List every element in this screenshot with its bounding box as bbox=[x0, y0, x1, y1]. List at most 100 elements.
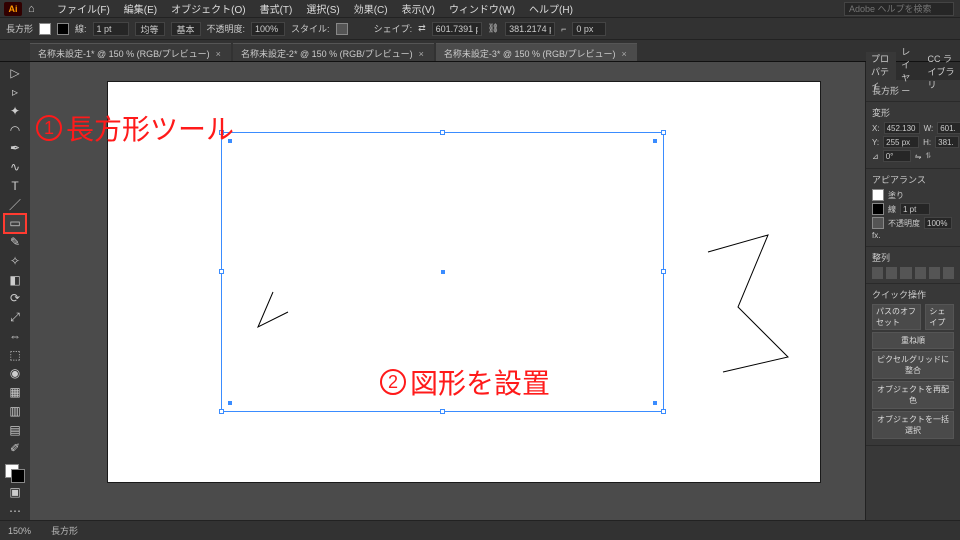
direct-selection-tool[interactable]: ▹ bbox=[4, 83, 26, 102]
status-bar: 150% 長方形 bbox=[0, 520, 960, 540]
resize-handle-ne[interactable] bbox=[661, 130, 666, 135]
transform-y-input[interactable] bbox=[883, 136, 919, 148]
perspective-tool[interactable]: ▦ bbox=[4, 383, 26, 402]
menu-effect[interactable]: 効果(C) bbox=[347, 1, 395, 16]
menu-file[interactable]: ファイル(F) bbox=[50, 1, 117, 16]
canvas[interactable]: 1 長方形ツール 2 図形を設置 bbox=[30, 62, 865, 520]
resize-handle-se[interactable] bbox=[661, 409, 666, 414]
align-hcenter-icon[interactable] bbox=[886, 267, 897, 279]
scale-tool[interactable]: ⤢ bbox=[4, 308, 26, 327]
menu-window[interactable]: ウィンドウ(W) bbox=[442, 1, 522, 16]
quick-header: クイック操作 bbox=[872, 288, 954, 301]
shape-width-input[interactable] bbox=[432, 22, 482, 36]
flip-h-icon[interactable]: ⇋ bbox=[915, 152, 922, 161]
resize-handle-w[interactable] bbox=[219, 269, 224, 274]
transform-h-input[interactable] bbox=[935, 136, 959, 148]
rectangle-tool[interactable]: ▭ bbox=[4, 214, 26, 233]
menu-help[interactable]: ヘルプ(H) bbox=[522, 1, 580, 16]
home-icon[interactable]: ⌂ bbox=[28, 3, 42, 15]
toolbar: ▷ ▹ ✦ ◠ ✒ ∿ T ／ ▭ ✎ ✧ ◧ ⟳ ⤢ ⇔ ⬚ ◉ ▦ ▥ ▤ … bbox=[0, 62, 30, 520]
menu-view[interactable]: 表示(V) bbox=[395, 1, 442, 16]
stroke-weight-input[interactable] bbox=[93, 22, 129, 36]
tab-cc-libraries[interactable]: CC ライブラリ bbox=[922, 52, 960, 91]
style-swatch[interactable] bbox=[336, 23, 348, 35]
shape-height-input[interactable] bbox=[505, 22, 555, 36]
line-tool[interactable]: ／ bbox=[4, 195, 26, 214]
corner-widget-ne[interactable] bbox=[653, 139, 657, 143]
stroke-profile-select[interactable]: 基本 bbox=[171, 22, 201, 36]
resize-handle-n[interactable] bbox=[440, 130, 445, 135]
app-icon: Ai bbox=[4, 2, 22, 16]
help-search-input[interactable] bbox=[844, 2, 954, 16]
resize-handle-sw[interactable] bbox=[219, 409, 224, 414]
mesh-tool[interactable]: ▥ bbox=[4, 402, 26, 421]
align-bottom-icon[interactable] bbox=[943, 267, 954, 279]
fill-stroke-swatch[interactable] bbox=[5, 464, 25, 483]
stroke-swatch[interactable] bbox=[872, 203, 884, 215]
document-tabs: 名称未設定-1* @ 150 % (RGB/プレビュー)× 名称未設定-2* @… bbox=[0, 40, 960, 62]
edit-toolbar[interactable]: ⋯ bbox=[4, 501, 26, 520]
rotate-tool[interactable]: ⟳ bbox=[4, 289, 26, 308]
menu-select[interactable]: 選択(S) bbox=[299, 1, 346, 16]
doc-tab-3[interactable]: 名称未設定-3* @ 150 % (RGB/プレビュー)× bbox=[436, 43, 637, 61]
align-vcenter-icon[interactable] bbox=[929, 267, 940, 279]
eyedropper-tool[interactable]: ✐ bbox=[4, 439, 26, 458]
btn-select-all[interactable]: オブジェクトを一括選択 bbox=[872, 411, 954, 439]
btn-shape[interactable]: シェイプ bbox=[925, 304, 954, 330]
panel-opacity-input[interactable] bbox=[924, 217, 952, 229]
doc-tab-2[interactable]: 名称未設定-2* @ 150 % (RGB/プレビュー)× bbox=[233, 43, 434, 61]
fx-label[interactable]: fx. bbox=[872, 231, 880, 240]
magic-wand-tool[interactable]: ✦ bbox=[4, 102, 26, 121]
link-wh-icon[interactable]: ⇄ bbox=[418, 23, 426, 34]
stroke-pt-input[interactable] bbox=[900, 203, 930, 215]
pen-tool[interactable]: ✒ bbox=[4, 139, 26, 158]
corner-widget-sw[interactable] bbox=[228, 401, 232, 405]
width-tool[interactable]: ⇔ bbox=[4, 327, 26, 346]
shaper-tool[interactable]: ✧ bbox=[4, 252, 26, 271]
screen-mode[interactable]: ▣ bbox=[4, 483, 26, 502]
gradient-tool[interactable]: ▤ bbox=[4, 420, 26, 439]
type-tool[interactable]: T bbox=[4, 177, 26, 196]
curvature-tool[interactable]: ∿ bbox=[4, 158, 26, 177]
zoom-level[interactable]: 150% bbox=[8, 526, 31, 536]
fill-swatch[interactable] bbox=[39, 23, 51, 35]
eraser-tool[interactable]: ◧ bbox=[4, 270, 26, 289]
stroke-label: 線 bbox=[888, 204, 896, 215]
stroke-swatch[interactable] bbox=[57, 23, 69, 35]
btn-arrange[interactable]: 重ね順 bbox=[872, 332, 954, 349]
opacity-input[interactable] bbox=[251, 22, 285, 36]
doc-tab-1[interactable]: 名称未設定-1* @ 150 % (RGB/プレビュー)× bbox=[30, 43, 231, 61]
resize-handle-s[interactable] bbox=[440, 409, 445, 414]
transform-w-input[interactable] bbox=[937, 122, 960, 134]
fill-swatch[interactable] bbox=[872, 189, 884, 201]
center-anchor[interactable] bbox=[441, 270, 445, 274]
annotation-badge: 2 bbox=[380, 369, 406, 395]
transform-x-input[interactable] bbox=[884, 122, 920, 134]
shape-builder-tool[interactable]: ◉ bbox=[4, 364, 26, 383]
stroke-align-select[interactable]: 均等 bbox=[135, 22, 165, 36]
opacity-swatch[interactable] bbox=[872, 217, 884, 229]
close-icon[interactable]: × bbox=[216, 49, 221, 59]
flip-v-icon[interactable]: ⥮ bbox=[925, 151, 931, 161]
transform-rotate-input[interactable] bbox=[883, 150, 911, 162]
menu-object[interactable]: オブジェクト(O) bbox=[164, 1, 252, 16]
corner-widget-se[interactable] bbox=[653, 401, 657, 405]
menu-edit[interactable]: 編集(E) bbox=[117, 1, 164, 16]
resize-handle-e[interactable] bbox=[661, 269, 666, 274]
menu-type[interactable]: 書式(T) bbox=[253, 1, 300, 16]
paintbrush-tool[interactable]: ✎ bbox=[4, 233, 26, 252]
link-icon[interactable]: ⛓ bbox=[488, 23, 499, 34]
tab-layers[interactable]: レイヤー bbox=[896, 45, 922, 97]
align-left-icon[interactable] bbox=[872, 267, 883, 279]
btn-recolor[interactable]: オブジェクトを再配色 bbox=[872, 381, 954, 409]
free-transform-tool[interactable]: ⬚ bbox=[4, 345, 26, 364]
align-right-icon[interactable] bbox=[900, 267, 911, 279]
btn-pixel-grid[interactable]: ピクセルグリッドに整合 bbox=[872, 351, 954, 379]
btn-offset-path[interactable]: パスのオフセット bbox=[872, 304, 921, 330]
lasso-tool[interactable]: ◠ bbox=[4, 120, 26, 139]
selection-tool[interactable]: ▷ bbox=[4, 64, 26, 83]
close-icon[interactable]: × bbox=[622, 49, 627, 59]
align-top-icon[interactable] bbox=[915, 267, 926, 279]
close-icon[interactable]: × bbox=[419, 49, 424, 59]
corner-radius-input[interactable] bbox=[572, 22, 606, 36]
